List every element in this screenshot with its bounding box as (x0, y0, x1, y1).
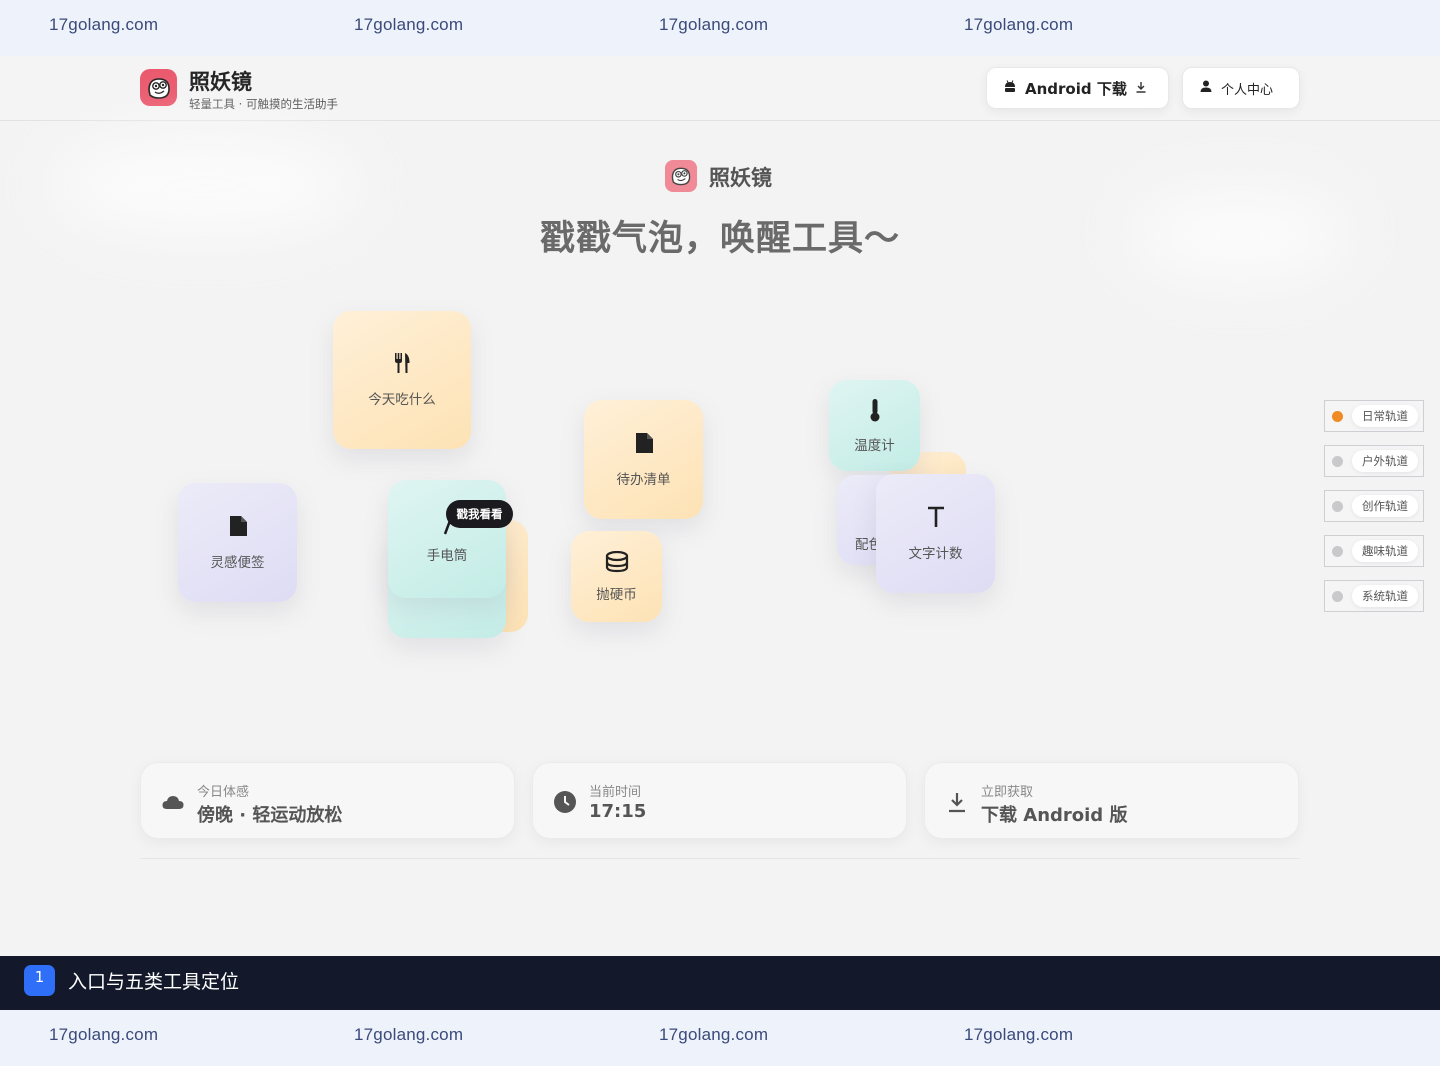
android-button-label: Android 下载 (1025, 79, 1127, 98)
poke-tooltip: 戳我看看 (446, 500, 513, 528)
brand-tagline: 轻量工具 · 可触摸的生活助手 (189, 97, 338, 111)
track-creative[interactable]: 创作轨道 (1324, 490, 1424, 522)
note-icon (228, 515, 248, 541)
thermometer-icon (869, 398, 881, 426)
tool-thermometer[interactable]: 温度计 (829, 380, 920, 471)
track-label: 创作轨道 (1352, 495, 1418, 517)
time-label: 当前时间 (589, 785, 642, 800)
fork-knife-icon (393, 352, 411, 378)
track-system[interactable]: 系统轨道 (1324, 580, 1424, 612)
file-icon (634, 432, 654, 458)
text-icon (926, 506, 946, 532)
step-caption-bar: 1 入口与五类工具定位 (0, 956, 1440, 1010)
android-download-button[interactable]: Android 下载 (986, 67, 1169, 109)
mood-label: 今日体感 (197, 785, 250, 800)
download-card[interactable]: 立即获取 下载 Android 版 (924, 762, 1299, 839)
watermark-text: 17golang.com (354, 15, 464, 34)
track-label: 户外轨道 (1352, 450, 1418, 472)
track-fun[interactable]: 趣味轨道 (1324, 535, 1424, 567)
step-number-badge: 1 (24, 965, 55, 996)
mood-card: 今日体感 傍晚 · 轻运动放松 (140, 762, 515, 839)
tool-label: 文字计数 (908, 545, 963, 562)
step-title: 入口与五类工具定位 (68, 971, 240, 993)
user-button-label: 个人中心 (1221, 82, 1274, 98)
watermark-text: 17golang.com (354, 1025, 464, 1044)
mood-value: 傍晚 · 轻运动放松 (197, 805, 343, 826)
watermark-bar-bottom: 17golang.com 17golang.com 17golang.com 1… (0, 1010, 1440, 1066)
tool-label: 灵感便签 (210, 554, 265, 571)
coin-stack-icon (605, 550, 629, 577)
tool-label: 抛硬币 (596, 586, 637, 603)
watermark-text: 17golang.com (964, 1025, 1074, 1044)
watermark-text: 17golang.com (49, 15, 159, 34)
download-label: 立即获取 (981, 785, 1034, 800)
watermark-text: 17golang.com (659, 15, 769, 34)
download-value: 下载 Android 版 (981, 805, 1128, 826)
user-icon (1199, 79, 1213, 97)
tool-label: 待办清单 (616, 471, 671, 488)
track-outdoor[interactable]: 户外轨道 (1324, 445, 1424, 477)
download-small-icon (1135, 79, 1147, 97)
tool-flashlight[interactable]: 手电筒 (388, 480, 506, 598)
track-dot-icon (1332, 591, 1343, 602)
hero-slogan: 戳戳气泡，唤醒工具～ (539, 219, 900, 259)
download-icon (945, 790, 969, 814)
tooltip-text: 戳我看看 (456, 507, 503, 521)
tool-inspiration-note[interactable]: 灵感便签 (178, 483, 297, 602)
divider (140, 858, 1300, 859)
track-label: 趣味轨道 (1352, 540, 1418, 562)
track-daily[interactable]: 日常轨道 (1324, 400, 1424, 432)
user-center-button[interactable]: 个人中心 (1182, 67, 1300, 109)
watermark-text: 17golang.com (49, 1025, 159, 1044)
track-dot-icon (1332, 501, 1343, 512)
cloud-icon (161, 790, 185, 814)
tool-todo-list[interactable]: 待办清单 (584, 400, 703, 519)
tool-label: 手电筒 (426, 548, 468, 564)
app-logo-icon[interactable] (140, 69, 177, 106)
tool-eat-what[interactable]: 今天吃什么 (333, 311, 471, 449)
app-header: 照妖镜 轻量工具 · 可触摸的生活助手 Android 下载 个人中心 (0, 56, 1440, 121)
tool-text-count[interactable]: 文字计数 (876, 474, 995, 593)
time-card: 当前时间 17:15 (532, 762, 907, 839)
brand-name: 照妖镜 (189, 70, 252, 94)
android-icon (1003, 79, 1017, 97)
watermark-bar-top: 17golang.com 17golang.com 17golang.com 1… (0, 0, 1440, 56)
watermark-text: 17golang.com (659, 1025, 769, 1044)
hero-brand-name: 照妖镜 (709, 166, 772, 190)
track-label: 系统轨道 (1352, 585, 1418, 607)
tooltip-pointer-icon (443, 518, 453, 535)
clock-icon (553, 790, 577, 814)
time-value: 17:15 (589, 801, 647, 822)
hero-logo-icon (665, 160, 697, 192)
track-dot-icon (1332, 546, 1343, 557)
tool-label: 温度计 (854, 437, 895, 454)
tool-label: 今天吃什么 (368, 392, 436, 408)
tool-coin-flip[interactable]: 抛硬币 (571, 531, 662, 622)
track-label: 日常轨道 (1352, 405, 1418, 427)
track-dot-icon (1332, 411, 1343, 422)
track-dot-icon (1332, 456, 1343, 467)
watermark-text: 17golang.com (964, 15, 1074, 34)
